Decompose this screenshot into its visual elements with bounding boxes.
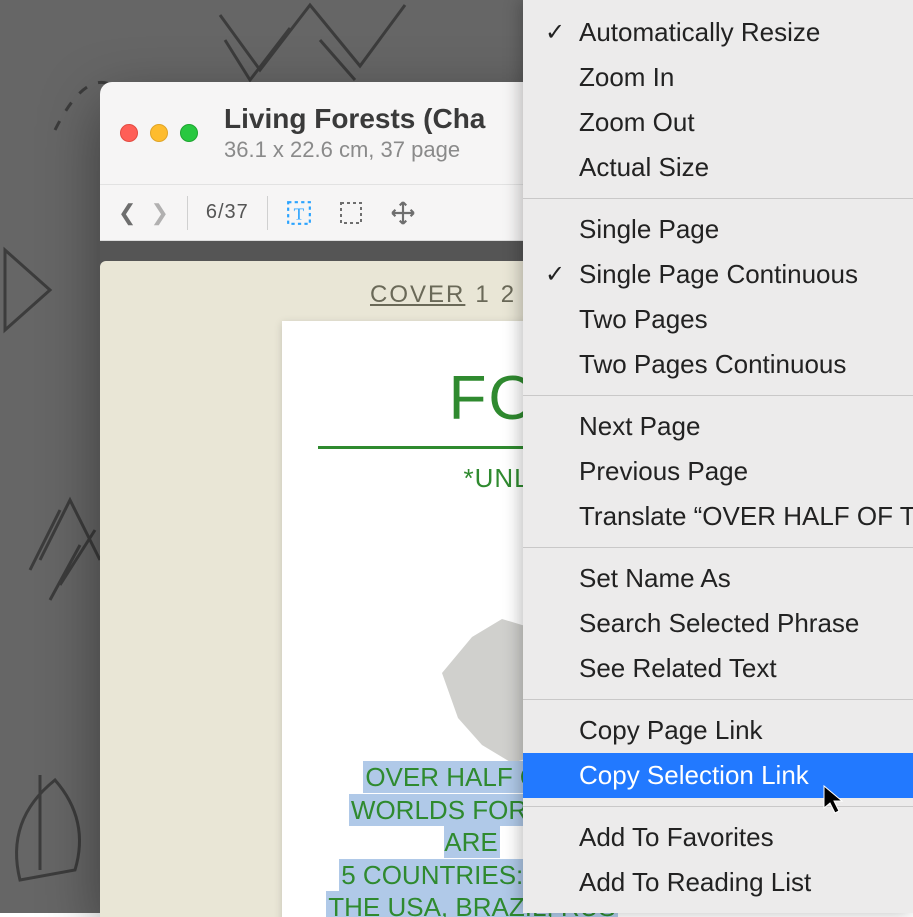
menu-item-single-page-continuous[interactable]: Single Page Continuous [523,252,913,297]
back-button[interactable]: ❮ [118,200,136,226]
menu-item-set-name-as[interactable]: Set Name As [523,556,913,601]
forward-button[interactable]: ❯ [150,200,168,226]
menu-item-translate-over-half-of-th[interactable]: Translate “OVER HALF OF TH [523,494,913,539]
menu-separator [523,547,913,548]
menu-item-copy-page-link[interactable]: Copy Page Link [523,708,913,753]
menu-item-see-related-text[interactable]: See Related Text [523,646,913,691]
menu-separator [523,198,913,199]
window-subtitle: 36.1 x 22.6 cm, 37 page [224,137,485,163]
marquee-tool-icon[interactable] [338,200,364,226]
menu-separator [523,806,913,807]
text-select-tool-icon[interactable]: T [286,200,312,226]
menu-item-automatically-resize[interactable]: Automatically Resize [523,10,913,55]
toolbar-divider [267,196,268,230]
minimize-icon[interactable] [150,124,168,142]
menu-separator [523,699,913,700]
menu-item-search-selected-phrase[interactable]: Search Selected Phrase [523,601,913,646]
menu-item-two-pages[interactable]: Two Pages [523,297,913,342]
svg-text:T: T [293,204,304,223]
menu-item-single-page[interactable]: Single Page [523,207,913,252]
menu-item-add-to-favorites[interactable]: Add To Favorites [523,815,913,860]
close-icon[interactable] [120,124,138,142]
zoom-icon[interactable] [180,124,198,142]
menu-item-two-pages-continuous[interactable]: Two Pages Continuous [523,342,913,387]
menu-item-next-page[interactable]: Next Page [523,404,913,449]
traffic-lights [120,124,198,142]
menu-item-actual-size[interactable]: Actual Size [523,145,913,190]
menu-separator [523,395,913,396]
pagenav-1[interactable]: 1 [475,281,490,309]
context-menu: Automatically ResizeZoom InZoom OutActua… [523,0,913,913]
page-indicator[interactable]: 6/37 [206,201,249,224]
toolbar-divider [187,196,188,230]
pagenav-2[interactable]: 2 [501,281,516,309]
window-title: Living Forests (Cha [224,103,485,135]
menu-item-zoom-out[interactable]: Zoom Out [523,100,913,145]
move-tool-icon[interactable] [390,200,416,226]
menu-item-previous-page[interactable]: Previous Page [523,449,913,494]
menu-item-zoom-in[interactable]: Zoom In [523,55,913,100]
menu-item-copy-selection-link[interactable]: Copy Selection Link [523,753,913,798]
menu-item-add-to-reading-list[interactable]: Add To Reading List [523,860,913,905]
pagenav-cover[interactable]: COVER [370,281,465,309]
